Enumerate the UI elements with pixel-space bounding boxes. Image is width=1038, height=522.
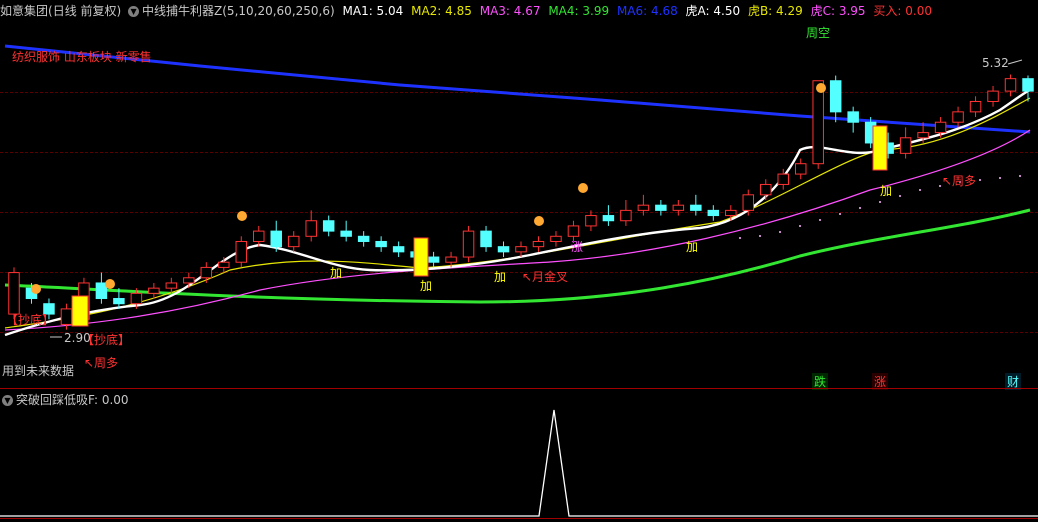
candle-body[interactable]	[847, 111, 859, 123]
add-label-1: 加	[330, 266, 343, 280]
candle-body[interactable]	[113, 298, 125, 305]
candle-body[interactable]	[322, 220, 335, 232]
candle-body[interactable]	[602, 215, 615, 222]
candle-body[interactable]	[445, 256, 457, 263]
candle-body[interactable]	[270, 230, 282, 248]
candle-body[interactable]	[218, 261, 230, 268]
candle-body[interactable]	[148, 287, 160, 294]
weekly-long-label-1: ↖周多	[84, 356, 119, 370]
candle-body[interactable]	[375, 240, 387, 248]
add-label-5: 加	[880, 184, 893, 198]
candle-body[interactable]	[777, 173, 789, 185]
candle-body[interactable]	[392, 246, 405, 253]
candle-body[interactable]	[60, 308, 73, 325]
candle-body[interactable]	[1004, 78, 1017, 92]
signal-bar	[71, 295, 89, 327]
bottom-fish-label-1: 【抄底】	[6, 313, 55, 327]
candle-body[interactable]	[462, 230, 475, 258]
candle-body[interactable]	[357, 235, 370, 242]
candle-body[interactable]	[480, 230, 492, 248]
candle-body[interactable]	[585, 215, 597, 227]
sub-indicator-value: : 0.00	[93, 393, 129, 407]
price-pointer-icon	[1007, 59, 1023, 65]
rise-label: 涨	[571, 240, 584, 254]
sub-indicator-title[interactable]: 突破回踩低吸F	[16, 393, 94, 407]
candle-body[interactable]	[567, 225, 580, 237]
sub-indicator-header: ▼ 突破回踩低吸F: 0.00	[2, 391, 129, 408]
add-label-3: 加	[494, 270, 507, 284]
candle-body[interactable]	[550, 235, 562, 242]
candle-body[interactable]	[95, 282, 108, 300]
top-price-label: 5.32	[982, 56, 1009, 70]
candle-body[interactable]	[637, 204, 650, 211]
candle-body[interactable]	[253, 230, 265, 242]
candle-body[interactable]	[707, 209, 720, 217]
candle-body[interactable]	[532, 240, 545, 248]
sub-dropdown-icon[interactable]: ▼	[2, 395, 13, 406]
add-label-4: 加	[686, 240, 699, 254]
candle-body[interactable]	[987, 90, 999, 102]
candle-body[interactable]	[917, 132, 929, 139]
candle-body[interactable]	[655, 204, 667, 211]
candle-body[interactable]	[305, 220, 317, 237]
candle-body[interactable]	[287, 235, 300, 248]
signal-bar	[872, 125, 888, 171]
pane-divider[interactable]	[0, 388, 1038, 389]
candle-body[interactable]	[969, 100, 982, 113]
candle-body[interactable]	[235, 240, 248, 263]
candle-body[interactable]	[497, 246, 510, 253]
candle-body[interactable]	[742, 194, 755, 211]
monthly-golden-label: ↖月金叉	[522, 270, 569, 284]
candle-body[interactable]	[934, 121, 947, 134]
sector-note: 纺织服饰 山东板块 新零售	[12, 50, 152, 64]
candle-body[interactable]	[340, 230, 352, 237]
sub-signal-line	[0, 409, 1038, 517]
candle-body[interactable]	[8, 272, 20, 315]
pane-bottom-border	[0, 518, 1038, 519]
signal-bar	[413, 237, 429, 277]
weekly-long-label-2: ↖周多	[942, 174, 977, 188]
ma6-line	[4, 44, 1031, 134]
weekly-short-label: 周空	[806, 26, 831, 40]
bottom-fish-label-2: 【抄底】	[82, 333, 131, 347]
candle-body[interactable]	[1022, 78, 1034, 92]
candle-body[interactable]	[899, 137, 912, 154]
candle-body[interactable]	[952, 111, 964, 123]
candle-body[interactable]	[130, 292, 143, 305]
candle-body[interactable]	[515, 246, 527, 253]
candle-body[interactable]	[672, 204, 685, 211]
candle-body[interactable]	[183, 277, 195, 284]
candle-body[interactable]	[200, 266, 213, 279]
candle-body[interactable]	[760, 183, 772, 196]
add-label-2: 加	[420, 279, 433, 293]
candle-body[interactable]	[427, 256, 440, 263]
candle-body[interactable]	[725, 209, 737, 217]
future-data-note: 用到未来数据	[2, 364, 75, 378]
candle-body[interactable]	[690, 204, 702, 211]
candle-body[interactable]	[794, 163, 807, 175]
candle-body[interactable]	[165, 282, 178, 289]
candle-body[interactable]	[829, 80, 842, 113]
candle-body[interactable]	[812, 80, 824, 165]
candle-body[interactable]	[620, 209, 632, 222]
